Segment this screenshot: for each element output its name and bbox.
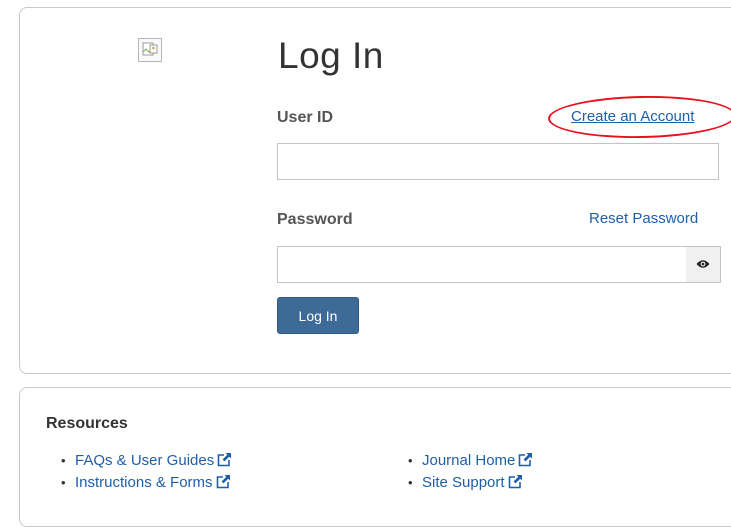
broken-image-icon — [138, 38, 162, 62]
page-title: Log In — [278, 35, 384, 76]
create-account-link[interactable]: Create an Account — [571, 107, 694, 127]
resource-link[interactable]: Instructions & Forms — [75, 474, 213, 491]
bullet: • — [408, 453, 413, 468]
resource-link[interactable]: Site Support — [422, 474, 505, 491]
external-link-icon — [519, 453, 533, 467]
resource-list-item: • Journal Home — [408, 450, 533, 472]
resource-list-item: • FAQs & User Guides — [61, 450, 232, 472]
resource-list-item: • Instructions & Forms — [61, 472, 232, 494]
resources-list-left: • FAQs & User Guides • Instructions & Forms — [61, 450, 232, 494]
eye-icon — [696, 260, 710, 268]
resource-link[interactable]: Journal Home — [422, 452, 515, 469]
resources-list-right: • Journal Home • Site Support — [408, 450, 533, 494]
user-id-input[interactable] — [277, 143, 719, 180]
external-link-icon — [508, 475, 522, 489]
show-password-button[interactable] — [686, 246, 721, 283]
resources-heading: Resources — [46, 415, 128, 432]
resource-list-item: • Site Support — [408, 472, 533, 494]
external-link-icon — [217, 453, 232, 467]
external-link-icon — [216, 475, 230, 489]
password-input[interactable] — [277, 246, 687, 283]
bullet: • — [61, 453, 66, 468]
password-label: Password — [277, 211, 353, 228]
user-id-label: User ID — [277, 109, 334, 126]
reset-password-link[interactable]: Reset Password — [589, 209, 698, 229]
bullet: • — [408, 475, 413, 490]
resource-link[interactable]: FAQs & User Guides — [75, 452, 214, 469]
bullet: • — [61, 475, 66, 490]
login-button[interactable]: Log In — [277, 297, 359, 334]
